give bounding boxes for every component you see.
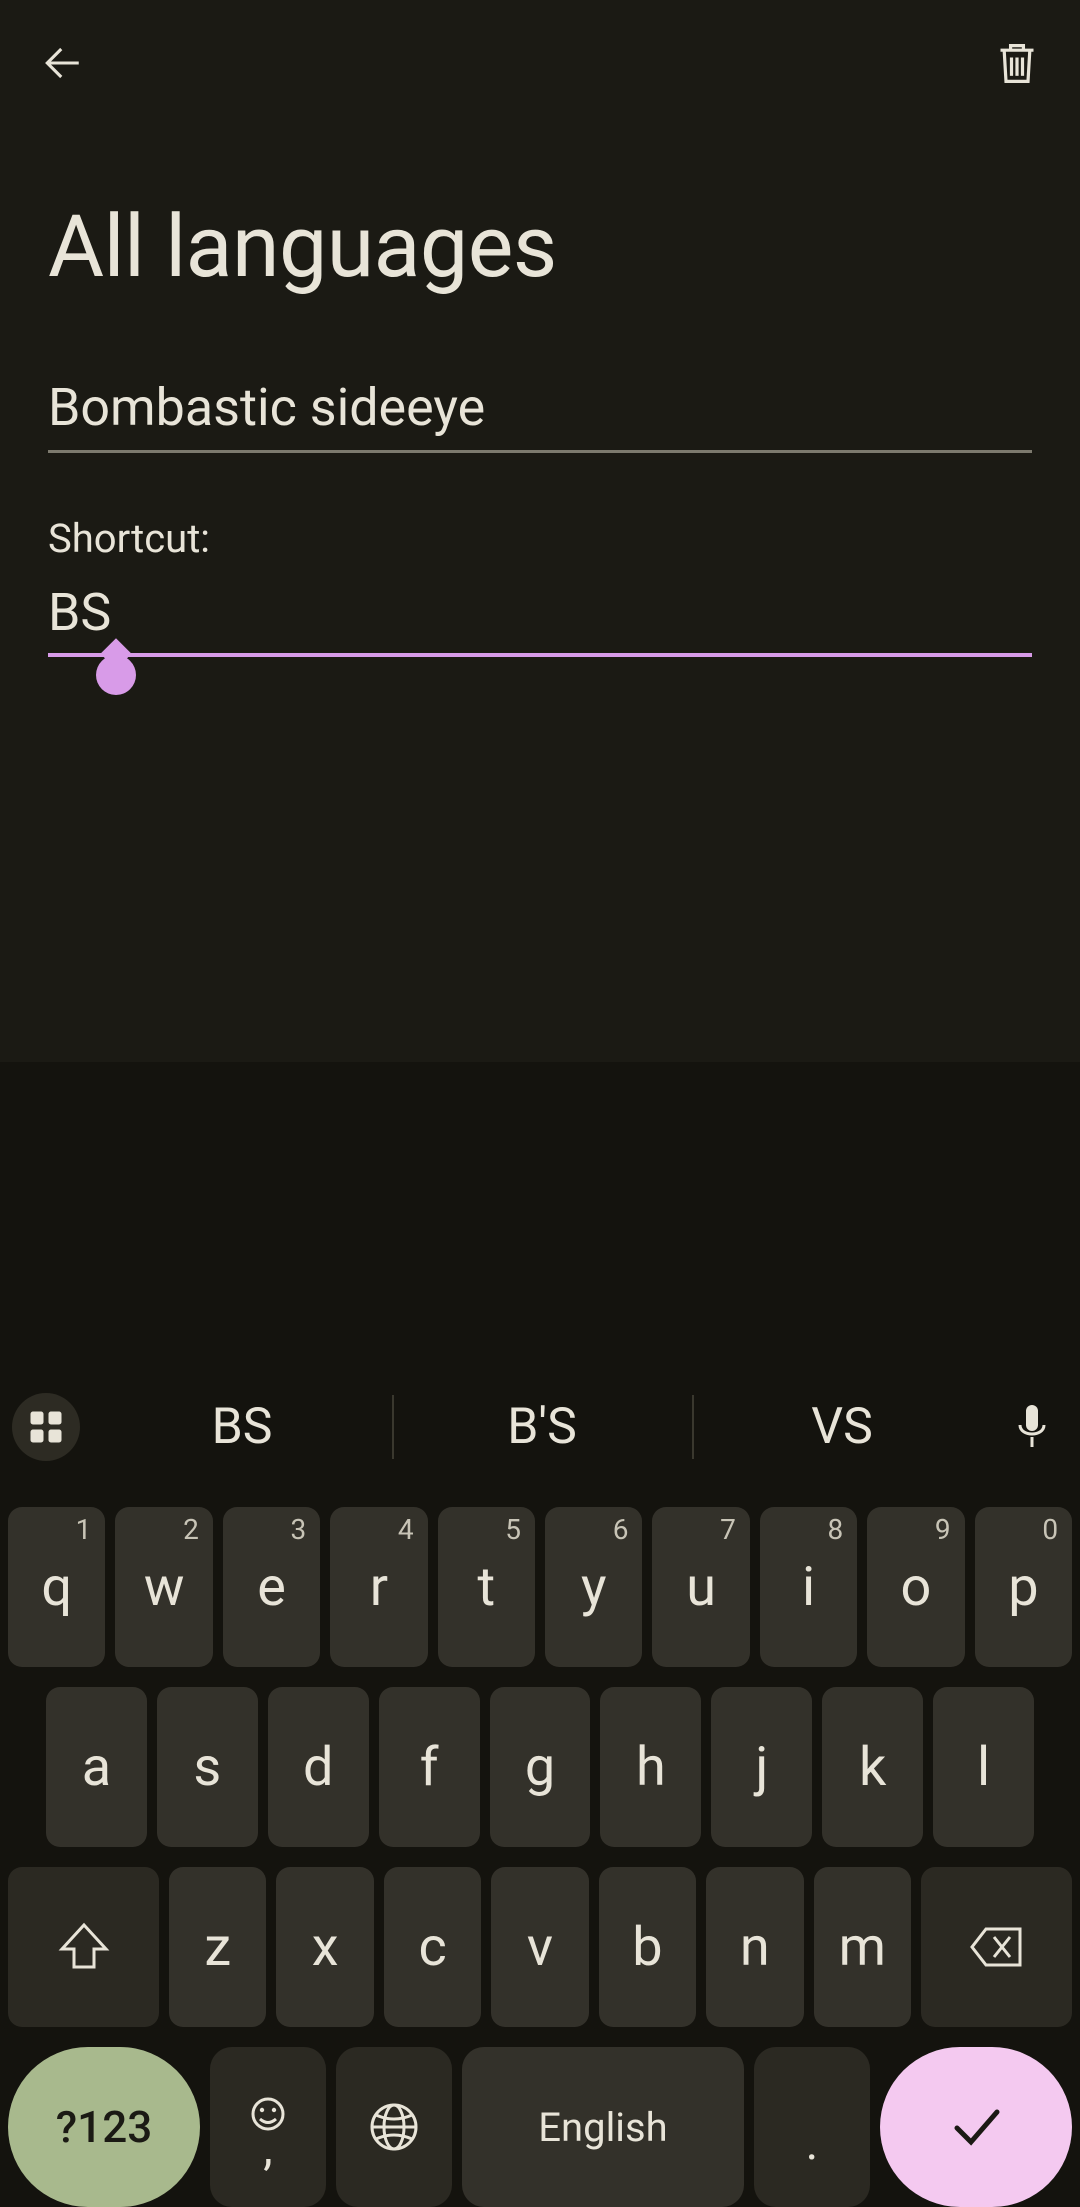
key-hint: 7 <box>720 1513 736 1546</box>
key-n[interactable]: n <box>706 1867 803 2027</box>
globe-icon <box>368 2101 420 2153</box>
space-key[interactable]: English <box>462 2047 744 2207</box>
key-c[interactable]: c <box>384 1867 481 2027</box>
key-y[interactable]: y6 <box>545 1507 642 1667</box>
suggestion-0[interactable]: BS <box>92 1367 392 1487</box>
key-i[interactable]: i8 <box>760 1507 857 1667</box>
key-j[interactable]: j <box>711 1687 812 1847</box>
key-hint: 9 <box>935 1513 951 1546</box>
key-k[interactable]: k <box>822 1687 923 1847</box>
grid-icon <box>28 1409 64 1445</box>
period-key[interactable]: . <box>754 2047 870 2207</box>
key-p[interactable]: p0 <box>975 1507 1072 1667</box>
shift-icon <box>56 1919 112 1975</box>
key-hint: 6 <box>613 1513 629 1546</box>
emoji-comma-key[interactable]: , <box>210 2047 326 2207</box>
key-u[interactable]: u7 <box>652 1507 749 1667</box>
key-l[interactable]: l <box>933 1687 1034 1847</box>
key-e[interactable]: e3 <box>223 1507 320 1667</box>
symbols-key[interactable]: ?123 <box>8 2047 200 2207</box>
key-v[interactable]: v <box>491 1867 588 2027</box>
suggestion-1[interactable]: B'S <box>392 1367 692 1487</box>
key-hint: 8 <box>828 1513 844 1546</box>
suggestion-2[interactable]: VS <box>692 1367 992 1487</box>
key-hint: 1 <box>76 1513 92 1546</box>
check-icon <box>947 2098 1005 2156</box>
backspace-key[interactable] <box>921 1867 1072 2027</box>
phrase-field <box>48 377 1032 453</box>
key-hint: 3 <box>290 1513 306 1546</box>
shortcut-label: Shortcut: <box>48 515 1032 562</box>
back-button[interactable] <box>30 30 96 96</box>
key-hint: 4 <box>398 1513 414 1546</box>
content-area: All languages Shortcut: <box>0 126 1080 657</box>
key-d[interactable]: d <box>268 1687 369 1847</box>
shift-key[interactable] <box>8 1867 159 2027</box>
shortcut-field-block: Shortcut: <box>48 515 1032 657</box>
delete-button[interactable] <box>984 30 1050 96</box>
key-f[interactable]: f <box>379 1687 480 1847</box>
page-title: All languages <box>48 196 1032 297</box>
key-hint: 2 <box>183 1513 199 1546</box>
key-hint: 5 <box>505 1513 521 1546</box>
trash-icon <box>995 41 1039 85</box>
key-rows: q1w2e3r4t5y6u7i8o9p0 asdfghjkl zxcvbnm <box>0 1507 1080 2027</box>
suggestion-strip: BS B'S VS <box>92 1367 992 1487</box>
backspace-icon <box>968 1919 1024 1975</box>
language-switch-key[interactable] <box>336 2047 452 2207</box>
key-o[interactable]: o9 <box>867 1507 964 1667</box>
key-b[interactable]: b <box>599 1867 696 2027</box>
key-t[interactable]: t5 <box>438 1507 535 1667</box>
soft-keyboard: BS B'S VS q1w2e3r4t5y6u7i8o9p0 asdfghjkl… <box>0 1062 1080 2207</box>
enter-key[interactable] <box>880 2047 1072 2207</box>
key-w[interactable]: w2 <box>115 1507 212 1667</box>
keyboard-bottom-row: ?123 , English . <box>0 2047 1080 2207</box>
phrase-input[interactable] <box>48 377 1032 453</box>
microphone-icon <box>1014 1403 1050 1451</box>
key-x[interactable]: x <box>276 1867 373 2027</box>
key-g[interactable]: g <box>490 1687 591 1847</box>
keyboard-toolbar: BS B'S VS <box>0 1367 1080 1487</box>
key-h[interactable]: h <box>600 1687 701 1847</box>
keyboard-apps-button[interactable] <box>12 1393 80 1461</box>
voice-input-button[interactable] <box>1004 1399 1060 1455</box>
comma-label: , <box>263 2138 272 2157</box>
app-bar <box>0 0 1080 126</box>
key-q[interactable]: q1 <box>8 1507 105 1667</box>
key-a[interactable]: a <box>46 1687 147 1847</box>
key-z[interactable]: z <box>169 1867 266 2027</box>
key-m[interactable]: m <box>814 1867 911 2027</box>
key-s[interactable]: s <box>157 1687 258 1847</box>
shortcut-input[interactable] <box>48 582 1032 657</box>
key-hint: 0 <box>1042 1513 1058 1546</box>
arrow-left-icon <box>42 42 84 84</box>
key-r[interactable]: r4 <box>330 1507 427 1667</box>
